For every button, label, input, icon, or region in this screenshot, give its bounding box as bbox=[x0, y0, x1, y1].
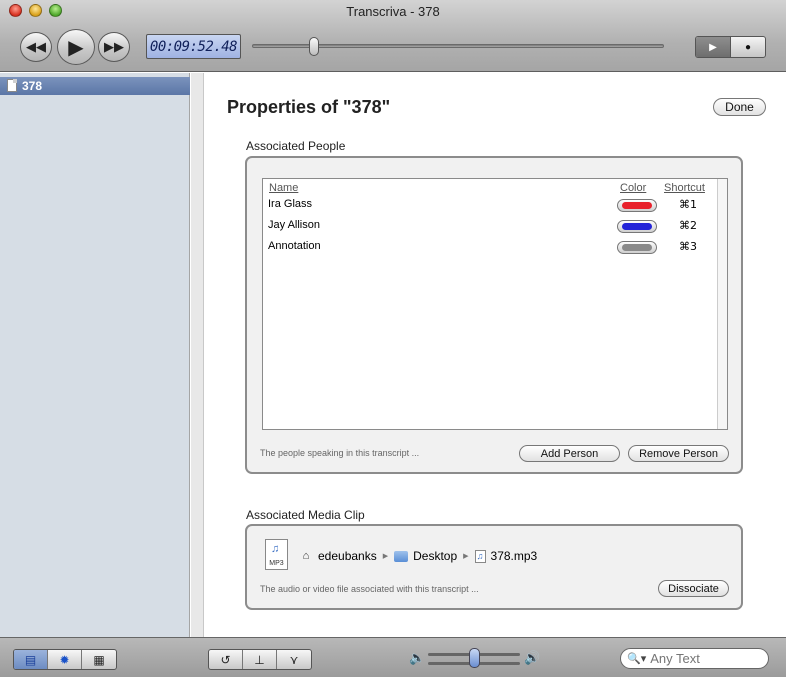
table-row[interactable]: Annotation ⌘3 bbox=[263, 238, 718, 258]
associated-people-group: Name Color Shortcut Ira Glass ⌘1 Jay All… bbox=[245, 156, 743, 474]
path-segment-label: edeubanks bbox=[318, 549, 377, 563]
document-icon bbox=[7, 79, 17, 92]
path-segment-label: 378.mp3 bbox=[490, 549, 538, 563]
chevron-right-icon: ▶ bbox=[382, 553, 389, 560]
associated-media-group: MP3 ⌂ edeubanks ▶ Desktop ▶ ♫ 378.mp3 Th… bbox=[245, 524, 743, 610]
play-icon: ▶ bbox=[709, 41, 717, 53]
rewind-icon: ◀◀ bbox=[26, 39, 46, 54]
people-table: Name Color Shortcut Ira Glass ⌘1 Jay All… bbox=[262, 178, 728, 430]
media-hint: The audio or video file associated with … bbox=[260, 584, 479, 594]
mp3-file-icon: MP3 bbox=[265, 539, 288, 570]
mode-record-button[interactable]: ● bbox=[731, 37, 765, 57]
scrubber-knob[interactable] bbox=[308, 37, 319, 56]
gear-icon: ✹ bbox=[59, 652, 70, 667]
chevron-right-icon: ▶ bbox=[463, 553, 469, 560]
color-well[interactable] bbox=[617, 199, 657, 212]
path-segment-desktop[interactable]: Desktop bbox=[394, 549, 457, 563]
person-shortcut: ⌘1 bbox=[679, 198, 697, 211]
color-swatch bbox=[622, 202, 652, 209]
transport-controls: ◀◀ ▶ ▶▶ bbox=[20, 29, 132, 65]
person-shortcut: ⌘3 bbox=[679, 240, 697, 253]
volume-knob[interactable] bbox=[469, 648, 480, 668]
table-row[interactable]: Ira Glass ⌘1 bbox=[263, 196, 718, 216]
rewind-button[interactable]: ◀◀ bbox=[20, 32, 52, 62]
color-swatch bbox=[622, 244, 652, 251]
app-window: Transcriva - 378 ◀◀ ▶ ▶▶ 00:09:52.48 ▶ ●… bbox=[0, 0, 786, 677]
split-button[interactable]: ⊥ bbox=[243, 650, 277, 669]
split-view-divider[interactable] bbox=[191, 73, 204, 637]
people-hint: The people speaking in this transcript .… bbox=[260, 448, 420, 458]
presentation-view-button[interactable]: ▦ bbox=[82, 650, 116, 669]
person-name[interactable]: Ira Glass bbox=[268, 198, 312, 210]
folder-icon bbox=[394, 550, 409, 562]
audio-file-icon: ♫ bbox=[474, 549, 486, 563]
column-header-name[interactable]: Name bbox=[269, 182, 298, 194]
properties-panel: Properties of "378" Done Associated Peop… bbox=[205, 73, 786, 637]
sidebar-item-label: 378 bbox=[22, 79, 43, 93]
merge-button[interactable]: ⋎ bbox=[277, 650, 311, 669]
edit-segmented-control: ↺ ⊥ ⋎ bbox=[208, 649, 312, 670]
color-swatch bbox=[622, 223, 652, 230]
loop-icon: ↺ bbox=[220, 652, 231, 667]
loop-button[interactable]: ↺ bbox=[209, 650, 243, 669]
play-button[interactable]: ▶ bbox=[57, 29, 95, 65]
column-header-shortcut[interactable]: Shortcut bbox=[664, 182, 705, 194]
settings-view-button[interactable]: ✹ bbox=[48, 650, 82, 669]
sidebar-item-378[interactable]: 378 bbox=[0, 77, 190, 95]
record-icon: ● bbox=[744, 41, 752, 53]
associated-media-label: Associated Media Clip bbox=[246, 508, 365, 522]
volume-high-icon: 🔊 bbox=[524, 650, 541, 665]
search-icon: 🔍▾ bbox=[627, 653, 647, 665]
toolbar: Transcriva - 378 ◀◀ ▶ ▶▶ 00:09:52.48 ▶ ● bbox=[0, 0, 786, 72]
presentation-icon: ▦ bbox=[93, 652, 105, 667]
fast-forward-button[interactable]: ▶▶ bbox=[98, 32, 130, 62]
document-view-button[interactable]: ▤ bbox=[14, 650, 48, 669]
column-header-color[interactable]: Color bbox=[620, 182, 646, 194]
fast-forward-icon: ▶▶ bbox=[104, 39, 124, 54]
mode-play-button[interactable]: ▶ bbox=[696, 37, 731, 57]
path-segment-home[interactable]: ⌂ edeubanks bbox=[299, 549, 377, 563]
table-row[interactable]: Jay Allison ⌘2 bbox=[263, 217, 718, 237]
person-name[interactable]: Annotation bbox=[268, 240, 321, 252]
media-path-control[interactable]: ⌂ edeubanks ▶ Desktop ▶ ♫ 378.mp3 bbox=[299, 549, 538, 563]
color-well[interactable] bbox=[617, 241, 657, 254]
volume-low-icon: 🔈 bbox=[409, 650, 426, 665]
view-segmented-control: ▤ ✹ ▦ bbox=[13, 649, 117, 670]
play-icon: ▶ bbox=[68, 36, 84, 59]
path-segment-file[interactable]: ♫ 378.mp3 bbox=[474, 549, 538, 563]
color-well[interactable] bbox=[617, 220, 657, 233]
mode-segmented-control: ▶ ● bbox=[695, 36, 766, 58]
path-segment-label: Desktop bbox=[413, 549, 458, 563]
search-input[interactable] bbox=[650, 651, 761, 666]
sidebar: 378 bbox=[0, 73, 190, 637]
dissociate-button[interactable]: Dissociate bbox=[658, 580, 729, 597]
timecode-display: 00:09:52.48 bbox=[146, 34, 241, 59]
add-person-button[interactable]: Add Person bbox=[519, 445, 620, 462]
search-field[interactable]: 🔍▾ bbox=[620, 648, 769, 669]
person-shortcut: ⌘2 bbox=[679, 219, 697, 232]
merge-icon: ⋎ bbox=[289, 652, 299, 667]
split-icon: ⊥ bbox=[254, 652, 265, 667]
page-title: Properties of "378" bbox=[227, 97, 391, 117]
mp3-icon-label: MP3 bbox=[269, 560, 284, 567]
person-name[interactable]: Jay Allison bbox=[268, 219, 320, 231]
window-title: Transcriva - 378 bbox=[346, 4, 440, 19]
table-scrollbar[interactable] bbox=[717, 179, 727, 429]
associated-people-label: Associated People bbox=[246, 139, 346, 153]
remove-person-button[interactable]: Remove Person bbox=[628, 445, 729, 462]
done-button[interactable]: Done bbox=[713, 98, 766, 116]
document-view-icon: ▤ bbox=[24, 652, 37, 667]
home-icon: ⌂ bbox=[302, 550, 310, 562]
